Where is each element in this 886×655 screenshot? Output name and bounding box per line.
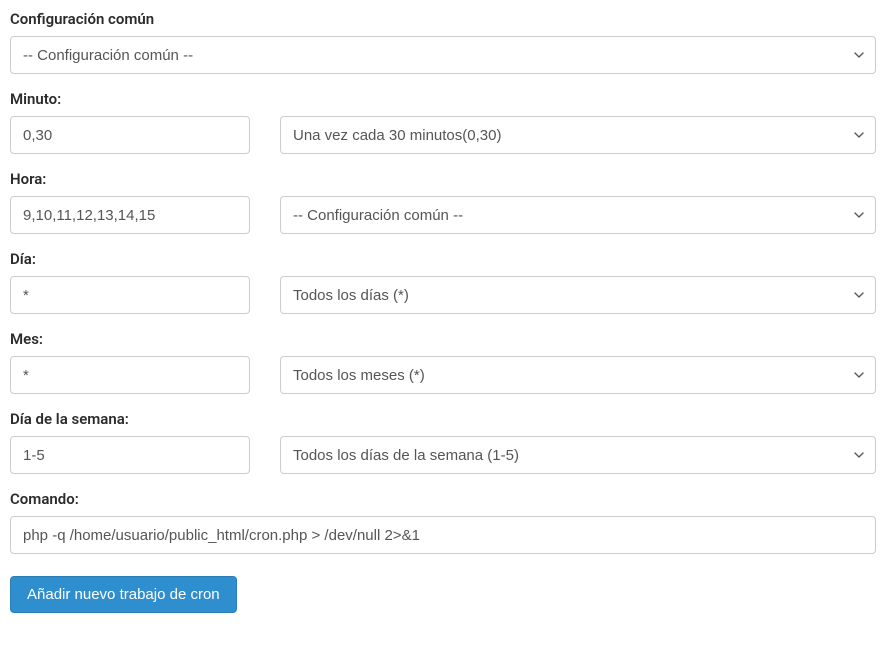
command-input[interactable] bbox=[10, 516, 876, 554]
hour-label: Hora: bbox=[10, 170, 876, 188]
hour-select[interactable]: -- Configuración común -- bbox=[280, 196, 876, 234]
minute-label: Minuto: bbox=[10, 90, 876, 108]
common-config-label: Configuración común bbox=[10, 10, 876, 28]
day-label: Día: bbox=[10, 250, 876, 268]
day-input[interactable] bbox=[10, 276, 250, 314]
hour-input[interactable] bbox=[10, 196, 250, 234]
command-label: Comando: bbox=[10, 490, 876, 508]
weekday-input[interactable] bbox=[10, 436, 250, 474]
weekday-label: Día de la semana: bbox=[10, 410, 876, 428]
month-label: Mes: bbox=[10, 330, 876, 348]
day-select[interactable]: Todos los días (*) bbox=[280, 276, 876, 314]
month-select[interactable]: Todos los meses (*) bbox=[280, 356, 876, 394]
common-config-select[interactable]: -- Configuración común -- bbox=[10, 36, 876, 74]
add-cron-button[interactable]: Añadir nuevo trabajo de cron bbox=[10, 576, 237, 613]
weekday-select[interactable]: Todos los días de la semana (1-5) bbox=[280, 436, 876, 474]
minute-input[interactable] bbox=[10, 116, 250, 154]
month-input[interactable] bbox=[10, 356, 250, 394]
minute-select[interactable]: Una vez cada 30 minutos(0,30) bbox=[280, 116, 876, 154]
